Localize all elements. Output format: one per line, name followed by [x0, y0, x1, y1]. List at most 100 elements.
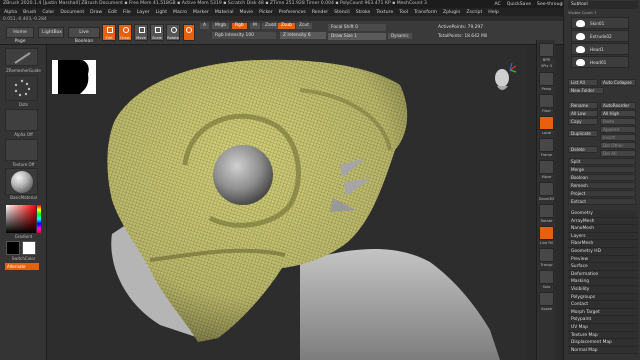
- bpr-button[interactable]: [539, 43, 554, 57]
- xpose-button[interactable]: [539, 292, 554, 306]
- local-button[interactable]: [539, 116, 554, 130]
- menu-render[interactable]: Render: [312, 10, 328, 15]
- menu-zplugin[interactable]: Zplugin: [443, 10, 460, 15]
- insert-button[interactable]: Insert: [600, 134, 636, 141]
- menu-marker[interactable]: Marker: [193, 10, 209, 15]
- tool-menu-item[interactable]: Contact: [568, 301, 638, 309]
- quicksave-button[interactable]: QuickSave: [507, 2, 531, 7]
- navigation-gizmo[interactable]: [488, 60, 518, 100]
- all-low-button[interactable]: All Low: [568, 110, 598, 117]
- rotate-view-button[interactable]: [539, 204, 554, 218]
- boolean-menu[interactable]: Boolean: [568, 174, 636, 181]
- menu-zscript[interactable]: Zscript: [466, 10, 482, 15]
- menu-color[interactable]: Color: [42, 10, 54, 15]
- tool-menu-item[interactable]: Layers: [568, 232, 638, 241]
- tool-menu-item[interactable]: Deformation: [568, 270, 638, 279]
- focal-shift-slider[interactable]: Focal Shift 0: [328, 24, 386, 31]
- rgb-intensity-slider[interactable]: Rgb Intensity 100: [212, 32, 276, 39]
- tool-menu-item[interactable]: Normal Map: [568, 346, 638, 355]
- subtool-item[interactable]: Head1: [571, 43, 629, 55]
- tool-menu-item[interactable]: Masking: [568, 278, 638, 286]
- canvas-viewport[interactable]: [47, 45, 527, 360]
- texture-thumbnail[interactable]: [5, 139, 38, 161]
- menu-picker[interactable]: Picker: [259, 10, 273, 15]
- tool-menu-item[interactable]: Displacement Map: [568, 339, 638, 347]
- menu-light[interactable]: Light: [156, 10, 167, 15]
- menu-material[interactable]: Material: [215, 10, 234, 15]
- del-all-button[interactable]: Del All: [600, 150, 636, 157]
- home-page-button[interactable]: Home Page: [6, 27, 34, 44]
- tool-menu-item[interactable]: FiberMesh: [568, 240, 638, 248]
- a-button[interactable]: A: [200, 23, 210, 29]
- move-view-button[interactable]: [539, 160, 554, 174]
- auto-collapse-button[interactable]: Auto Collapse: [600, 79, 636, 86]
- tool-menu-item[interactable]: UV Map: [568, 323, 638, 332]
- draw-size-slider[interactable]: Draw Size 1: [328, 33, 386, 40]
- switch-color-label[interactable]: SwitchColor: [0, 256, 47, 261]
- subtool-item[interactable]: Skin01: [571, 17, 629, 29]
- subtool-item[interactable]: Extrude02: [571, 30, 629, 42]
- floor-button[interactable]: [539, 94, 554, 108]
- scale-mode-button[interactable]: Scale: [150, 24, 164, 41]
- rename-button[interactable]: Rename: [568, 102, 598, 109]
- delete-button[interactable]: Delete: [568, 146, 598, 153]
- menu-tool[interactable]: Tool: [399, 10, 408, 15]
- edit-mode-button[interactable]: Edit: [102, 24, 116, 41]
- zsub-button[interactable]: Zsub: [278, 23, 295, 29]
- project-menu[interactable]: Project: [568, 190, 636, 197]
- solo-button[interactable]: [539, 270, 554, 284]
- frame-button[interactable]: [539, 138, 554, 152]
- zadd-button[interactable]: Zadd: [262, 23, 280, 29]
- draw-mode-button[interactable]: Draw: [118, 24, 132, 41]
- menu-alpha[interactable]: Alpha: [4, 10, 17, 15]
- main-color-swatch[interactable]: [6, 241, 20, 255]
- mrgb-button[interactable]: Mrgb: [212, 23, 230, 29]
- subtool-header[interactable]: Subtool: [568, 1, 638, 9]
- tool-menu-item[interactable]: Texture Map: [568, 331, 638, 340]
- tool-menu-item[interactable]: Polypaint: [568, 316, 638, 324]
- del-other-button[interactable]: Del Other: [600, 142, 636, 149]
- menu-macro[interactable]: Macro: [173, 10, 187, 15]
- brush-thumbnail[interactable]: [5, 48, 38, 66]
- sculpt-canvas[interactable]: [47, 45, 527, 360]
- copy-button[interactable]: Copy: [568, 118, 598, 125]
- all-high-button[interactable]: All High: [600, 110, 636, 117]
- menu-file[interactable]: File: [123, 10, 131, 15]
- menu-movie[interactable]: Movie: [239, 10, 253, 15]
- live-boolean-button[interactable]: Live Boolean: [68, 27, 100, 44]
- z-intensity-slider[interactable]: Z Intensity 6: [280, 32, 326, 39]
- menu-stencil[interactable]: Stencil: [334, 10, 350, 15]
- new-folder-button[interactable]: New Folder: [568, 87, 604, 94]
- menu-stroke[interactable]: Stroke: [356, 10, 371, 15]
- merge-menu[interactable]: Merge: [568, 166, 636, 173]
- material-thumbnail[interactable]: [5, 168, 38, 195]
- tool-menu-item[interactable]: Polygroups: [568, 293, 638, 302]
- hue-slider[interactable]: [37, 205, 41, 233]
- line-fill-button[interactable]: [539, 226, 554, 240]
- menu-brush[interactable]: Brush: [23, 10, 36, 15]
- tool-menu-item[interactable]: Surface: [568, 263, 638, 271]
- rgb-button[interactable]: Rgb: [232, 23, 247, 29]
- move-mode-button[interactable]: Move: [134, 24, 148, 41]
- remesh-menu[interactable]: Remesh: [568, 182, 636, 189]
- transp-button[interactable]: [539, 248, 554, 262]
- auto-reorder-button[interactable]: AutoReorder: [600, 102, 636, 109]
- menu-document[interactable]: Document: [60, 10, 84, 15]
- tool-menu-item[interactable]: Preview: [568, 255, 638, 264]
- tool-menu-item[interactable]: Visibility: [568, 285, 638, 294]
- extract-menu[interactable]: Extract: [568, 198, 636, 205]
- menu-draw[interactable]: Draw: [90, 10, 102, 15]
- tool-menu-item[interactable]: ArrayMesh: [568, 217, 638, 226]
- zcut-button[interactable]: Zcut: [296, 23, 312, 29]
- rotate-mode-button[interactable]: Rotate: [166, 24, 180, 41]
- alternate-toggle[interactable]: Alternate: [5, 263, 39, 270]
- subtool-item[interactable]: Head01: [571, 56, 629, 68]
- tool-menu-item[interactable]: Geometry: [568, 210, 638, 218]
- tool-menu-item[interactable]: Geometry HD: [568, 247, 638, 256]
- zoom3d-button[interactable]: [539, 182, 554, 196]
- menu-texture[interactable]: Texture: [376, 10, 393, 15]
- symmetry-brush-button[interactable]: [183, 24, 195, 41]
- append-button[interactable]: Append: [600, 126, 636, 133]
- dynamic-toggle[interactable]: Dynamic: [388, 33, 412, 39]
- paste-button[interactable]: Paste: [600, 118, 636, 125]
